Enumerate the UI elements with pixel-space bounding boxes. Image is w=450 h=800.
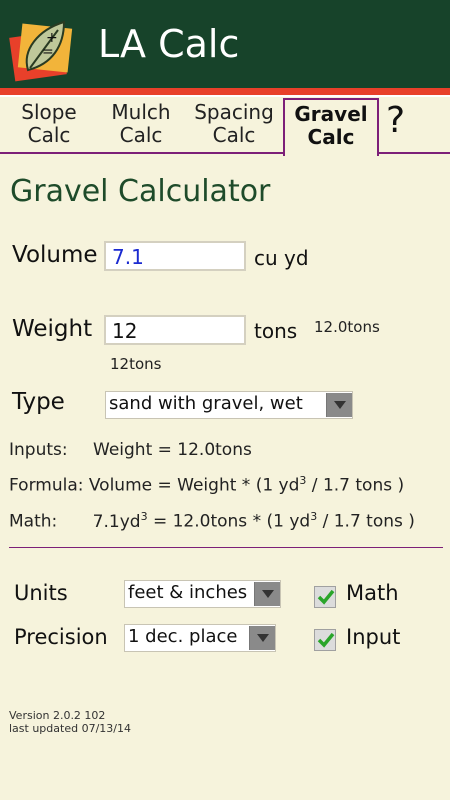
tab-label-line2: Calc (27, 123, 71, 147)
math-checkbox[interactable] (314, 586, 336, 608)
math-text-post: / 1.7 tons ) (317, 511, 415, 532)
math-checkbox-label: Math (346, 581, 399, 605)
math-text-mid: = 12.0tons * (1 yd (147, 511, 311, 532)
tab-underline (377, 152, 450, 154)
type-select[interactable]: sand with gravel, wet (105, 391, 353, 419)
type-selected-value: sand with gravel, wet (109, 393, 303, 414)
app-title: LA Calc (98, 22, 240, 66)
units-label: Units (14, 581, 68, 605)
tab-mulch-calc[interactable]: Mulch Calc (100, 101, 182, 153)
inputs-line: Inputs: Weight = 12.0tons (9, 440, 252, 460)
chevron-down-icon (249, 626, 275, 650)
input-checkbox-label: Input (346, 625, 401, 649)
volume-input[interactable]: 7.1 (104, 241, 246, 271)
formula-text-pre: Volume = Weight * (1 yd (88, 475, 300, 496)
precision-label: Precision (14, 625, 108, 649)
tab-label-line1: Spacing (194, 100, 274, 124)
tab-slope-calc[interactable]: Slope Calc (8, 101, 90, 153)
volume-unit: cu yd (254, 246, 309, 270)
chevron-down-icon (326, 393, 352, 417)
tab-label-line2: Calc (307, 125, 355, 149)
tab-label-line1: Slope (21, 100, 77, 124)
divider (9, 547, 443, 548)
weight-parsed-hint: 12tons (110, 355, 162, 373)
last-updated-text: last updated 07/13/14 (9, 722, 131, 735)
check-icon (317, 632, 335, 648)
tab-underline (0, 152, 284, 154)
units-select[interactable]: feet & inches (124, 580, 281, 608)
weight-normalized-hint: 12.0tons (314, 318, 380, 336)
tab-gravel-calc[interactable]: Gravel Calc (283, 98, 379, 156)
inputs-label: Inputs: (9, 440, 68, 460)
math-sup1: 3 (140, 510, 148, 523)
svg-text:=: = (42, 44, 54, 60)
inputs-text: Weight = 12.0tons (93, 440, 252, 460)
formula-label: Formula: (9, 475, 84, 496)
tab-label-line2: Calc (119, 123, 163, 147)
math-text-pre: 7.1yd (92, 511, 141, 532)
input-checkbox[interactable] (314, 629, 336, 651)
page-title: Gravel Calculator (10, 174, 271, 209)
chevron-down-icon (254, 582, 280, 606)
weight-unit: tons (254, 319, 298, 343)
precision-selected-value: 1 dec. place (128, 626, 238, 647)
header-stripe (0, 88, 450, 95)
tab-label-line2: Calc (212, 123, 256, 147)
formula-line: Formula: Volume = Weight * (1 yd3 / 1.7 … (9, 474, 404, 496)
weight-input[interactable]: 12 (104, 315, 246, 345)
version-text: Version 2.0.2 102 (9, 709, 106, 722)
weight-label: Weight (12, 316, 93, 342)
tab-label-line1: Gravel (294, 102, 368, 126)
units-selected-value: feet & inches (128, 582, 248, 603)
formula-text-post: / 1.7 tons ) (306, 475, 405, 496)
math-line: Math: 7.1yd3 = 12.0tons * (1 yd3 / 1.7 t… (9, 510, 415, 532)
help-button[interactable]: ? (386, 100, 405, 141)
app-logo-icon: + = (9, 20, 73, 82)
check-icon (317, 589, 335, 605)
math-label: Math: (9, 511, 58, 532)
type-label: Type (12, 389, 65, 415)
volume-label: Volume (12, 242, 98, 268)
tab-spacing-calc[interactable]: Spacing Calc (188, 101, 280, 153)
tab-label-line1: Mulch (111, 100, 171, 124)
precision-select[interactable]: 1 dec. place (124, 624, 276, 652)
